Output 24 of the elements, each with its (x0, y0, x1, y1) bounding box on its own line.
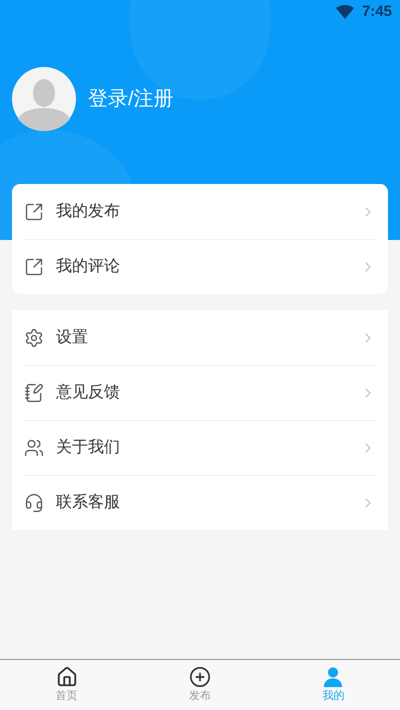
menu-label: 联系客服 (56, 492, 121, 513)
menu-item[interactable]: 我的发布 (24, 184, 376, 239)
users-icon (24, 438, 44, 458)
external-link-icon (24, 202, 44, 222)
settings-icon (24, 328, 44, 348)
user-icon (322, 666, 344, 688)
menu-label: 关于我们 (56, 438, 121, 458)
wifi-icon (336, 5, 354, 19)
menu-item[interactable]: 我的评论 (24, 239, 376, 294)
menu-label: 我的发布 (56, 202, 121, 222)
menu-label: 意见反馈 (56, 382, 121, 403)
menu-item[interactable]: 联系客服 (24, 475, 376, 530)
external-link-icon (24, 257, 44, 277)
avatar (12, 67, 76, 131)
menu-label: 设置 (56, 328, 89, 348)
plus-circle-icon (188, 666, 211, 688)
menu-item[interactable]: 意见反馈 (24, 365, 376, 420)
status-time: 7:45 (362, 2, 392, 22)
headset-icon (24, 493, 44, 513)
home-icon (56, 666, 78, 688)
menu-item[interactable]: 关于我们 (24, 420, 376, 475)
menu-label: 我的评论 (56, 256, 121, 277)
menu-item[interactable]: 设置 (24, 310, 376, 365)
notebook-pen-icon (24, 383, 44, 403)
